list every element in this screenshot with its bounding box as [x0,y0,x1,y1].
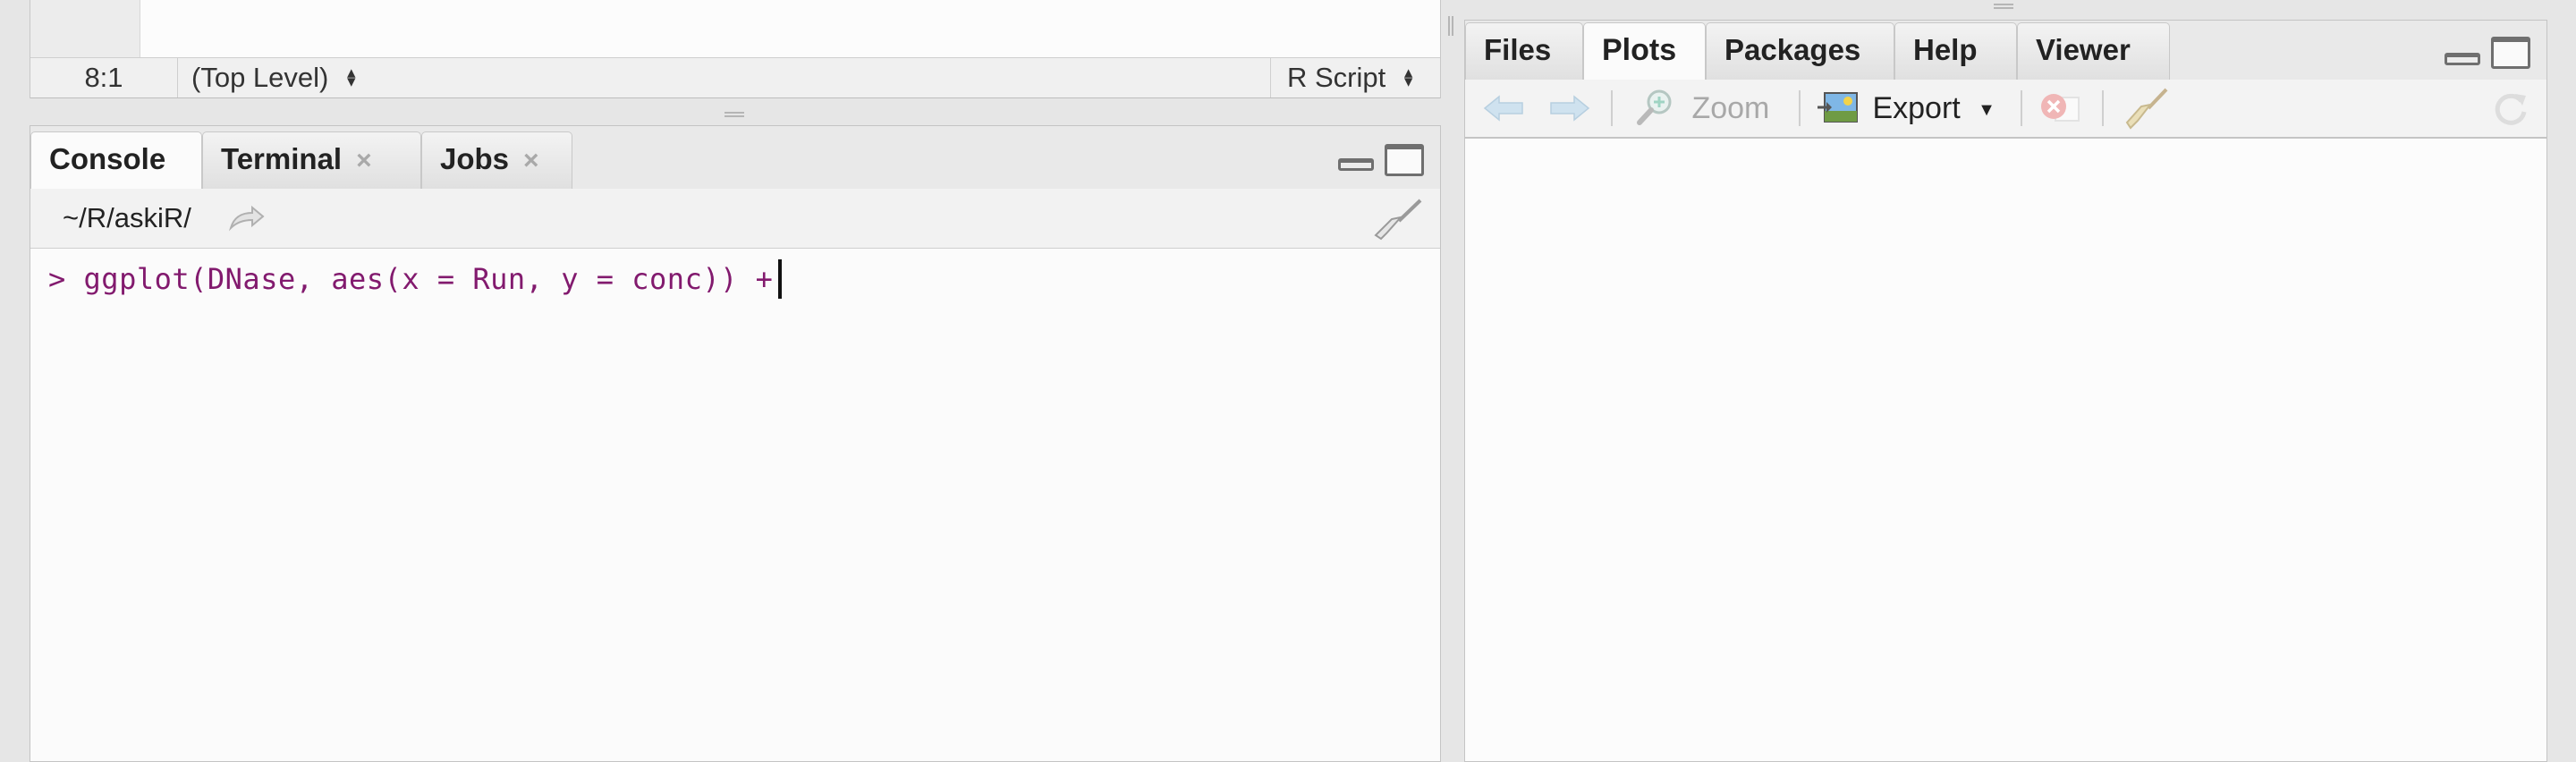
right-tab-bar: Files Plots Packages Help Viewer [1465,21,2546,80]
tab-viewer[interactable]: Viewer [2017,22,2170,80]
cursor-position: 8:1 [30,58,178,97]
scope-label: (Top Level) [191,62,329,93]
horizontal-splitter-grip-right[interactable] [1994,4,2013,9]
export-image-icon [1818,92,1858,123]
minimize-pane-icon[interactable] [1338,158,1374,171]
file-type-selector[interactable]: R Script ▴ ▾ [1270,58,1440,97]
magnifier-icon [1637,89,1672,126]
toolbar-divider [1611,90,1613,126]
tab-label: Terminal [221,142,343,175]
plot-canvas [1465,139,2546,761]
zoom-button[interactable]: Zoom [1635,80,1769,137]
toolbar-divider [1799,90,1801,126]
broom-icon[interactable] [2125,87,2170,131]
close-icon[interactable]: × [523,146,539,175]
tab-label: Viewer [2036,33,2131,66]
working-directory: ~/R/askiR/ [63,202,191,233]
tab-label: Help [1913,33,1978,66]
tab-help[interactable]: Help [1894,22,2017,80]
dropdown-arrow-icon: ▼ [1978,100,1996,120]
editor-text-area[interactable] [140,0,1440,57]
close-icon[interactable]: × [356,146,372,175]
tab-files[interactable]: Files [1465,22,1583,80]
tab-terminal[interactable]: Terminal × [202,131,421,189]
tab-packages[interactable]: Packages [1706,22,1894,80]
minimize-pane-icon[interactable] [2445,53,2480,65]
console-prompt: > [48,262,66,296]
plots-pane: Files Plots Packages Help Viewer Zoom Ex… [1464,20,2547,762]
tab-label: Jobs [440,142,510,175]
back-arrow-icon[interactable] [1483,94,1524,123]
tab-label: Files [1484,33,1552,66]
console-command: ggplot(DNase, aes(x = Run, y = conc)) + [83,262,774,296]
source-editor-pane: 8:1 (Top Level) ▴ ▾ R Script ▴ ▾ [30,0,1441,98]
console-tab-bar: Console Terminal × Jobs × [30,126,1440,190]
export-label: Export [1872,91,1961,125]
go-to-directory-icon[interactable] [229,205,265,232]
tab-label: Console [49,142,166,175]
editor-line-gutter [30,0,140,57]
maximize-pane-icon[interactable] [1385,144,1424,176]
console-input-line[interactable]: > ggplot(DNase, aes(x = Run, y = conc)) … [48,259,783,301]
tab-console[interactable]: Console [30,131,202,190]
forward-arrow-icon[interactable] [1549,94,1590,123]
tab-label: Packages [1724,33,1861,66]
tab-label: Plots [1602,33,1677,67]
maximize-pane-icon[interactable] [2491,37,2530,69]
console-path-bar: ~/R/askiR/ [30,189,1440,249]
toolbar-divider [2021,90,2022,126]
file-type-label: R Script [1287,62,1386,93]
export-menu-button[interactable]: Export ▼ [1818,80,1996,137]
editor-status-bar: 8:1 (Top Level) ▴ ▾ R Script ▴ ▾ [30,57,1440,98]
up-down-arrows-icon: ▴ ▾ [346,63,356,91]
remove-plot-icon[interactable] [2039,92,2080,124]
clear-console-broom-icon[interactable] [1372,198,1424,241]
refresh-icon[interactable] [2492,90,2529,128]
zoom-label: Zoom [1691,91,1770,125]
toolbar-divider [2102,90,2104,126]
tab-plots[interactable]: Plots [1583,22,1706,80]
horizontal-splitter-grip[interactable] [724,112,744,117]
up-down-arrows-icon: ▴ ▾ [1403,63,1413,91]
text-cursor [778,259,783,299]
scope-selector[interactable]: (Top Level) ▴ ▾ [191,58,356,97]
console-output[interactable]: > ggplot(DNase, aes(x = Run, y = conc)) … [30,249,1440,761]
tab-jobs[interactable]: Jobs × [421,131,572,189]
console-pane: Console Terminal × Jobs × ~/R/askiR/ > ggp… [30,125,1441,762]
plots-toolbar: Zoom Export ▼ [1465,80,2546,139]
vertical-splitter-grip[interactable] [1448,16,1453,36]
